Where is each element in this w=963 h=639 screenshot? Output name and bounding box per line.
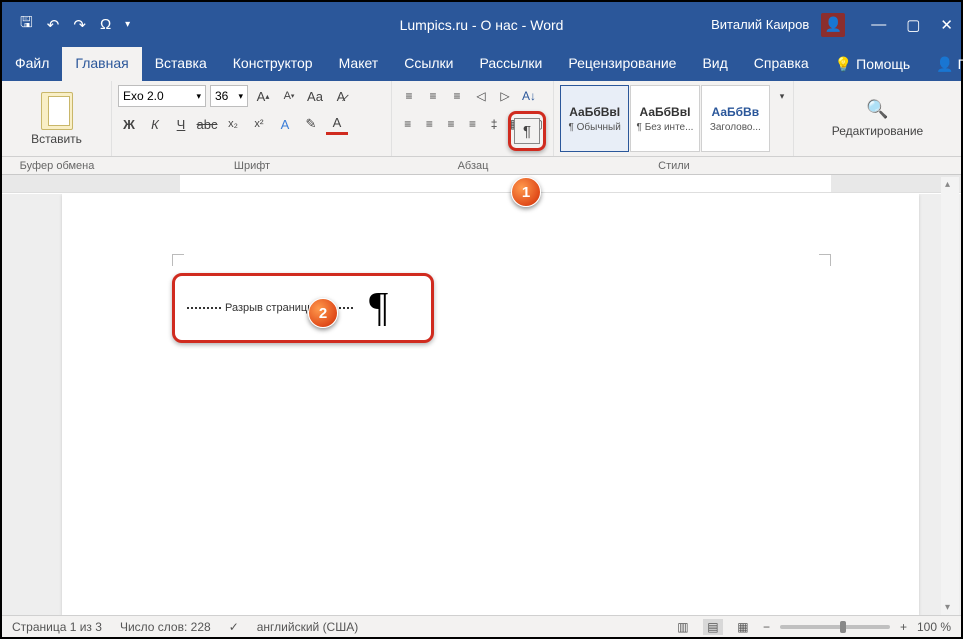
spellcheck-icon[interactable]: ✓: [229, 620, 239, 634]
tab-mailings[interactable]: Рассылки: [467, 47, 556, 81]
styles-more-icon[interactable]: ▾: [771, 85, 793, 107]
view-read-button[interactable]: ▥: [673, 619, 693, 635]
share-button[interactable]: 👤Поделиться: [923, 47, 963, 81]
increase-indent-button[interactable]: ▷: [494, 85, 516, 107]
tab-references[interactable]: Ссылки: [391, 47, 466, 81]
undo-icon[interactable]: ↶: [47, 16, 60, 34]
align-center-button[interactable]: ≡: [420, 113, 440, 135]
font-group-label: Шрифт: [112, 157, 392, 174]
minimize-icon[interactable]: —: [871, 16, 886, 34]
paste-label[interactable]: Вставить: [31, 132, 82, 146]
subscript-button[interactable]: x₂: [222, 113, 244, 135]
tellme-button[interactable]: 💡Помощь: [822, 47, 924, 81]
tab-help[interactable]: Справка: [741, 47, 822, 81]
view-web-button[interactable]: ▦: [733, 619, 753, 635]
annotation-page-break: Разрыв страницы ¶: [172, 273, 434, 343]
status-bar: Страница 1 из 3 Число слов: 228 ✓ англий…: [2, 615, 961, 637]
save-icon[interactable]: 🖫: [20, 12, 33, 37]
chevron-down-icon: ▾: [196, 91, 201, 102]
avatar[interactable]: 👤: [821, 13, 845, 37]
margin-corner-tr: [819, 254, 831, 266]
ribbon-tabs: Файл Главная Вставка Конструктор Макет С…: [2, 47, 961, 81]
ribbon: Вставить Exo 2.0▾ 36▾ A▴ A▾ Aa A̷ Ж К Ч …: [2, 81, 961, 157]
line-spacing-button[interactable]: ‡: [484, 113, 504, 135]
margin-corner-tl: [172, 254, 184, 266]
ruler[interactable]: [2, 175, 961, 193]
chevron-down-icon: ▾: [238, 91, 243, 102]
vertical-scrollbar[interactable]: [941, 177, 959, 615]
zoom-slider[interactable]: [780, 625, 890, 629]
maximize-icon[interactable]: ▢: [906, 16, 920, 34]
justify-button[interactable]: ≡: [463, 113, 483, 135]
page[interactable]: [62, 194, 919, 615]
shrink-font-button[interactable]: A▾: [278, 85, 300, 107]
status-language[interactable]: английский (США): [257, 620, 358, 634]
zoom-level[interactable]: 100 %: [917, 620, 951, 634]
annotation-callout-1: 1: [511, 177, 541, 207]
find-icon[interactable]: 🔍: [866, 99, 888, 120]
document-title: Lumpics.ru - О нас - Word: [400, 17, 564, 33]
page-break-dots-left: [187, 307, 221, 309]
title-bar: 🖫 ↶ ↷ Ω ▾ Lumpics.ru - О нас - Word Вита…: [2, 2, 961, 47]
style-heading1[interactable]: АаБбВв Заголово...: [701, 85, 770, 152]
paragraph-group-label: Абзац: [392, 157, 554, 174]
align-right-button[interactable]: ≡: [441, 113, 461, 135]
align-left-button[interactable]: ≡: [398, 113, 418, 135]
tab-layout[interactable]: Макет: [326, 47, 392, 81]
annotation-callout-2: 2: [308, 298, 338, 328]
sort-button[interactable]: A↓: [518, 85, 540, 107]
omega-icon[interactable]: Ω: [100, 16, 111, 33]
styles-group-label: Стили: [554, 157, 794, 174]
font-size-combo[interactable]: 36▾: [210, 85, 248, 107]
change-case-button[interactable]: Aa: [304, 85, 326, 107]
group-editing: 🔍 Редактирование: [794, 81, 961, 156]
style-normal[interactable]: АаБбВвІ ¶ Обычный: [560, 85, 629, 152]
tab-insert[interactable]: Вставка: [142, 47, 220, 81]
multilevel-list-button[interactable]: ≡: [446, 85, 468, 107]
status-words[interactable]: Число слов: 228: [120, 620, 211, 634]
tab-view[interactable]: Вид: [689, 47, 740, 81]
italic-button[interactable]: К: [144, 113, 166, 135]
clear-formatting-button[interactable]: A̷: [330, 85, 352, 107]
style-no-spacing[interactable]: АаБбВвІ ¶ Без инте...: [630, 85, 699, 152]
group-styles: АаБбВвІ ¶ Обычный АаБбВвІ ¶ Без инте... …: [554, 81, 794, 156]
ribbon-group-labels: Буфер обмена Шрифт Абзац Стили: [2, 157, 961, 175]
underline-button[interactable]: Ч: [170, 113, 192, 135]
annotation-highlight-pilcrow: ¶: [508, 111, 546, 151]
highlight-button[interactable]: ✎: [300, 113, 322, 135]
tab-review[interactable]: Рецензирование: [555, 47, 689, 81]
close-icon[interactable]: ✕: [940, 16, 953, 34]
bullets-button[interactable]: ≡: [398, 85, 420, 107]
show-hide-pilcrow-button[interactable]: ¶: [514, 118, 540, 144]
editing-label[interactable]: Редактирование: [832, 124, 923, 138]
tab-home[interactable]: Главная: [62, 47, 141, 81]
text-effects-button[interactable]: A: [274, 113, 296, 135]
clipboard-group-label: Буфер обмена: [2, 157, 112, 174]
status-page[interactable]: Страница 1 из 3: [12, 620, 102, 634]
zoom-in-button[interactable]: +: [900, 620, 907, 634]
superscript-button[interactable]: x²: [248, 113, 270, 135]
zoom-out-button[interactable]: −: [763, 620, 770, 634]
strikethrough-button[interactable]: abc: [196, 113, 218, 135]
tab-file[interactable]: Файл: [2, 47, 62, 81]
grow-font-button[interactable]: A▴: [252, 85, 274, 107]
user-name[interactable]: Виталий Каиров: [711, 17, 809, 32]
numbering-button[interactable]: ≡: [422, 85, 444, 107]
bulb-icon: 💡: [835, 56, 852, 73]
redo-icon[interactable]: ↷: [73, 16, 86, 34]
share-icon: 👤: [936, 56, 953, 73]
pilcrow-icon: ¶: [369, 287, 388, 329]
group-font: Exo 2.0▾ 36▾ A▴ A▾ Aa A̷ Ж К Ч abc x₂ x²…: [112, 81, 392, 156]
decrease-indent-button[interactable]: ◁: [470, 85, 492, 107]
group-clipboard: Вставить: [2, 81, 112, 156]
page-break-text: Разрыв страницы: [221, 302, 319, 314]
paste-icon[interactable]: [41, 92, 73, 130]
font-color-button[interactable]: A: [326, 113, 348, 135]
font-name-combo[interactable]: Exo 2.0▾: [118, 85, 206, 107]
document-area: [2, 194, 961, 615]
tab-design[interactable]: Конструктор: [220, 47, 326, 81]
bold-button[interactable]: Ж: [118, 113, 140, 135]
qat-dropdown-icon[interactable]: ▾: [125, 19, 130, 30]
view-print-button[interactable]: ▤: [703, 619, 723, 635]
